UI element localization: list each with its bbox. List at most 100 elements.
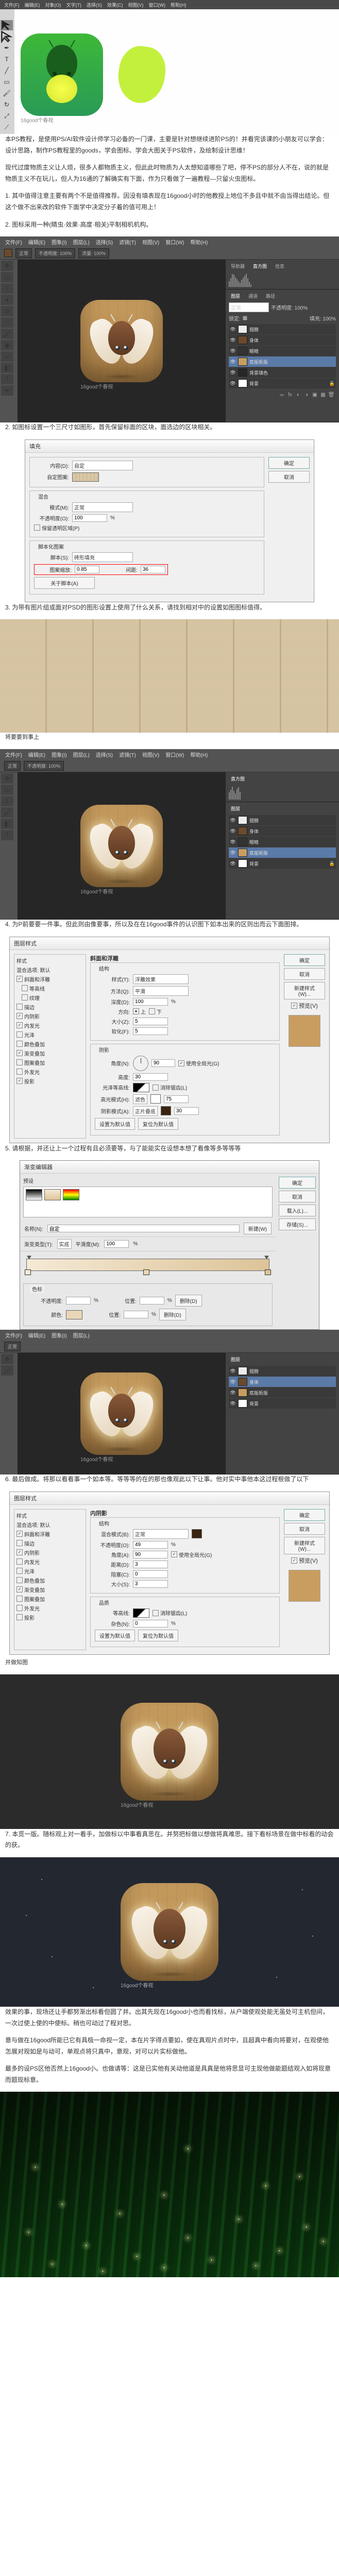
link-icon[interactable]: ⫘	[278, 391, 285, 398]
ok-button[interactable]: 确定	[284, 1509, 325, 1521]
brush-tool-icon[interactable]: 🖌	[1, 1365, 13, 1376]
pen-tool-icon[interactable]: ✒	[1, 385, 13, 396]
method-select[interactable]: 平滑	[133, 986, 189, 996]
layers-tab[interactable]: 图层	[229, 292, 242, 300]
menu-item[interactable]: 图层(L)	[73, 238, 90, 246]
angle-input[interactable]	[133, 1551, 168, 1558]
menu-item[interactable]: 文字(T)	[66, 2, 82, 8]
blend-mode-dropdown[interactable]: 正常	[15, 248, 32, 258]
menu-item[interactable]: 帮助(H)	[171, 2, 187, 8]
style-item[interactable]: 颜色叠加	[16, 1040, 83, 1048]
layer-row[interactable]: 👁眼睛	[229, 837, 336, 847]
lasso-tool-icon[interactable]: ⌇	[1, 283, 13, 294]
trash-icon[interactable]: 🗑	[328, 391, 335, 398]
pattern-swatch[interactable]	[72, 472, 99, 482]
style-item[interactable]: 颜色叠加	[16, 1577, 83, 1584]
layer-opacity[interactable]: 不透明度: 100%	[271, 303, 308, 311]
gradient-tool-icon[interactable]: ◧	[1, 819, 13, 829]
layer-row[interactable]: 👁眼睛	[229, 346, 336, 356]
ok-button[interactable]: 确定	[268, 457, 310, 469]
layer-fill[interactable]: 填充: 100%	[310, 314, 336, 322]
reset-button[interactable]: 设置为默认值	[95, 1118, 135, 1130]
layers-tab[interactable]: 图层	[229, 804, 242, 813]
altitude-input[interactable]	[133, 1073, 168, 1081]
cancel-button[interactable]: 取消	[268, 471, 310, 483]
hist-tab[interactable]: 直方图	[229, 774, 247, 783]
layer-row[interactable]: 👁底版矩版	[229, 1387, 336, 1398]
sh-mode-select[interactable]: 正片叠底	[133, 1106, 158, 1116]
contour-swatch[interactable]	[133, 1083, 149, 1092]
style-select[interactable]: 浮雕效果	[133, 974, 189, 984]
delete-stop-button[interactable]: 删除(D)	[175, 1295, 202, 1307]
style-item[interactable]: ✓内阴影	[16, 1012, 83, 1020]
move-tool-icon[interactable]: ✥	[1, 261, 13, 271]
cancel-button[interactable]: 取消	[279, 1191, 316, 1202]
contour-swatch[interactable]	[133, 1608, 149, 1618]
menu-item[interactable]: 视图(V)	[142, 751, 159, 758]
menu-item[interactable]: 选择(S)	[96, 751, 113, 758]
hi-color-swatch[interactable]	[150, 1094, 161, 1104]
eraser-tool-icon[interactable]: ▱	[1, 351, 13, 362]
visibility-icon[interactable]: 👁	[230, 381, 236, 386]
layer-row[interactable]: 👁翅膀	[229, 1366, 336, 1376]
new-style-button[interactable]: 新建样式(W)...	[284, 1537, 325, 1554]
menu-item[interactable]: 帮助(H)	[190, 751, 208, 758]
folder-icon[interactable]: ▣	[311, 391, 318, 398]
layer-row[interactable]: 👁翅膀	[229, 324, 336, 334]
content-select[interactable]: 自定	[72, 461, 133, 470]
scale-tool-icon[interactable]: ⤢	[1, 111, 13, 121]
visibility-icon[interactable]: 👁	[230, 348, 236, 353]
brush-tool-icon[interactable]: 🖌	[1, 807, 13, 818]
rect-tool-icon[interactable]: ▭	[1, 77, 13, 87]
move-tool-icon[interactable]: ✥	[1, 1354, 13, 1364]
new-layer-icon[interactable]: ▦	[319, 391, 327, 398]
global-checkbox[interactable]: ✓	[178, 1060, 184, 1066]
spacing-input[interactable]	[141, 566, 165, 573]
menu-item[interactable]: 文件(F)	[4, 2, 20, 8]
rotate-tool-icon[interactable]: ↻	[1, 99, 13, 110]
nav-tab[interactable]: 导航器	[229, 262, 247, 270]
eyedropper-icon[interactable]: ⟋	[1, 317, 13, 328]
type-tool-icon[interactable]: T	[1, 54, 13, 64]
adjustment-icon[interactable]: ◑	[303, 391, 310, 398]
style-item[interactable]: 外发光	[16, 1068, 83, 1076]
style-item[interactable]: 样式	[16, 1512, 83, 1519]
style-item[interactable]: ✓内发光	[16, 1022, 83, 1029]
scale-input[interactable]	[75, 566, 99, 573]
stop-loc-input[interactable]	[124, 1311, 148, 1318]
layer-row[interactable]: 👁身体	[229, 826, 336, 836]
marquee-tool-icon[interactable]: ▭	[1, 785, 13, 795]
paths-tab[interactable]: 路径	[264, 292, 277, 300]
style-item[interactable]: 内发光	[16, 1558, 83, 1566]
layer-row[interactable]: 👁背景🔒	[229, 858, 336, 869]
load-button[interactable]: 载入(L)...	[279, 1205, 316, 1216]
style-item[interactable]: 混合选项: 默认	[16, 1521, 83, 1529]
style-item[interactable]: 图案叠加	[16, 1595, 83, 1603]
anti-checkbox[interactable]	[152, 1610, 159, 1616]
angle-dial[interactable]	[133, 1056, 148, 1071]
fx-icon[interactable]: fx	[286, 391, 294, 398]
default-button[interactable]: 复位为默认值	[138, 1630, 178, 1641]
save-button[interactable]: 存储(S)...	[279, 1218, 316, 1230]
layer-row[interactable]: 👁身体	[229, 1377, 336, 1387]
style-item[interactable]: ✓渐变叠加	[16, 1049, 83, 1057]
foreground-color-swatch[interactable]	[4, 249, 12, 257]
blend-select[interactable]: 正常	[133, 1529, 189, 1539]
opacity-field[interactable]: 不透明度: 100%	[24, 761, 64, 771]
menu-item[interactable]: 窗口(W)	[165, 238, 184, 246]
text-tool-icon[interactable]: T	[1, 830, 13, 840]
menu-item[interactable]: 文件(F)	[5, 1331, 22, 1339]
size-input[interactable]	[133, 1580, 168, 1588]
menu-item[interactable]: 窗口(W)	[165, 751, 184, 758]
move-tool-icon[interactable]: ✥	[1, 773, 13, 784]
stop-loc-input[interactable]	[140, 1297, 164, 1304]
grad-name-input[interactable]	[47, 1225, 240, 1232]
direct-select-icon[interactable]	[1, 31, 13, 42]
style-item[interactable]: 描边	[16, 1003, 83, 1011]
lasso-tool-icon[interactable]: ⌇	[1, 796, 13, 806]
cancel-button[interactable]: 取消	[284, 968, 325, 980]
menu-item[interactable]: 文件(F)	[5, 751, 22, 758]
style-item[interactable]: 描边	[16, 1539, 83, 1547]
menu-item[interactable]: 效果(C)	[107, 2, 123, 8]
hist-tab[interactable]: 直方图	[251, 262, 269, 270]
